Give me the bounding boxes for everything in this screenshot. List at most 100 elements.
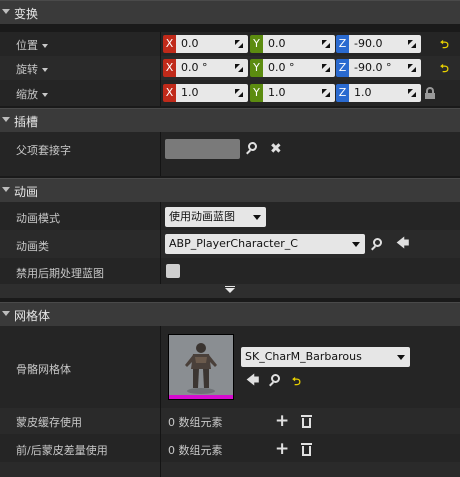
- column-divider: [160, 462, 161, 477]
- asset-type-color-bar: [169, 395, 233, 399]
- rotation-y-field[interactable]: 0.0 °: [263, 59, 335, 77]
- reset-to-default-icon[interactable]: ⮌: [440, 36, 449, 55]
- parent-socket-label: 父项套接字: [16, 144, 71, 157]
- axis-y-label: Y: [250, 59, 263, 77]
- pre-post-skin-delta-value: 0 数组元素: [168, 444, 223, 457]
- drag-handle-icon: [408, 89, 416, 97]
- column-divider: [160, 434, 161, 462]
- column-divider: [160, 326, 161, 408]
- lock-icon[interactable]: [425, 87, 435, 99]
- column-divider: [160, 132, 161, 176]
- column-divider: [160, 80, 161, 106]
- column-divider: [160, 408, 161, 434]
- column-divider: [160, 202, 161, 230]
- clear-icon[interactable]: ✖: [270, 142, 284, 156]
- skeletal-mesh-dropdown[interactable]: SK_CharM_Barbarous: [241, 347, 410, 367]
- section-title: 网格体: [14, 309, 51, 323]
- drag-handle-icon: [408, 40, 416, 48]
- axis-z-label: Z: [336, 35, 349, 53]
- advanced-expander[interactable]: [0, 284, 460, 298]
- reset-to-default-icon[interactable]: ⮌: [292, 373, 301, 392]
- location-x-field[interactable]: 0.0: [176, 35, 248, 53]
- rotation-row: 旋转 X 0.0 ° Y 0.0 ° Z -90.0 ° ⮌: [0, 56, 460, 80]
- axis-x-label: X: [163, 59, 176, 77]
- sockets-section-header[interactable]: 插槽: [0, 108, 460, 132]
- animation-class-label: 动画类: [16, 240, 49, 253]
- animation-mode-row: 动画模式 使用动画蓝图: [0, 202, 460, 230]
- drag-handle-icon: [235, 40, 243, 48]
- drag-handle-icon: [408, 64, 416, 72]
- chevron-down-icon: [352, 242, 360, 247]
- trash-icon[interactable]: [301, 415, 312, 428]
- chevron-down-icon: [397, 355, 405, 360]
- skin-cache-label: 蒙皮缓存使用: [16, 416, 82, 429]
- character-preview-image: [185, 343, 217, 394]
- animation-mode-label: 动画模式: [16, 212, 60, 225]
- skin-cache-value: 0 数组元素: [168, 416, 223, 429]
- disable-post-process-checkbox[interactable]: [166, 264, 180, 278]
- plus-icon[interactable]: +: [275, 441, 289, 458]
- rotation-x-field[interactable]: 0.0 °: [176, 59, 248, 77]
- disable-post-process-row: 禁用后期处理蓝图: [0, 258, 460, 284]
- drag-handle-icon: [322, 64, 330, 72]
- disable-post-process-label: 禁用后期处理蓝图: [16, 267, 104, 280]
- animation-class-row: 动画类 ABP_PlayerCharacter_C 🡄: [0, 230, 460, 258]
- axis-y-label: Y: [250, 84, 263, 102]
- animation-section-header[interactable]: 动画: [0, 178, 460, 202]
- location-row: 位置 X 0.0 Y 0.0 Z -90.0 ⮌: [0, 32, 460, 56]
- chevron-down-icon: [42, 93, 48, 97]
- parent-socket-row: 父项套接字 ✖: [0, 132, 460, 176]
- scale-z-field[interactable]: 1.0: [349, 84, 421, 102]
- column-divider: [160, 32, 161, 56]
- search-icon[interactable]: [270, 374, 284, 388]
- chevron-down-icon: [42, 68, 48, 72]
- search-icon[interactable]: [247, 142, 261, 156]
- arrow-left-icon[interactable]: 🡄: [246, 374, 260, 388]
- animation-class-dropdown[interactable]: ABP_PlayerCharacter_C: [165, 234, 365, 254]
- scale-y-field[interactable]: 1.0: [263, 84, 335, 102]
- plus-icon[interactable]: +: [275, 413, 289, 430]
- column-divider: [160, 258, 161, 284]
- drag-handle-icon: [322, 89, 330, 97]
- arrow-left-icon[interactable]: 🡄: [396, 237, 410, 251]
- location-z-field[interactable]: -90.0: [349, 35, 421, 53]
- axis-x-label: X: [163, 35, 176, 53]
- trash-icon[interactable]: [301, 443, 312, 456]
- axis-z-label: Z: [336, 59, 349, 77]
- parent-socket-field[interactable]: [165, 139, 240, 159]
- drag-handle-icon: [235, 89, 243, 97]
- reset-to-default-icon[interactable]: ⮌: [440, 60, 449, 79]
- location-y-field[interactable]: 0.0: [263, 35, 335, 53]
- collapse-arrow-icon[interactable]: [2, 9, 10, 14]
- collapse-arrow-icon[interactable]: [2, 311, 10, 316]
- axis-x-label: X: [163, 84, 176, 102]
- animation-mode-dropdown[interactable]: 使用动画蓝图: [165, 207, 266, 227]
- axis-y-label: Y: [250, 35, 263, 53]
- expand-arrow-icon: [225, 288, 235, 293]
- mesh-section-header[interactable]: 网格体: [0, 302, 460, 326]
- section-title: 变换: [14, 7, 39, 21]
- scale-x-field[interactable]: 1.0: [176, 84, 248, 102]
- scale-label[interactable]: 缩放: [16, 86, 48, 102]
- transform-section-header[interactable]: 变换: [0, 0, 460, 24]
- chevron-down-icon: [42, 44, 48, 48]
- expand-line: [225, 286, 235, 287]
- column-divider: [160, 56, 161, 80]
- rotation-label[interactable]: 旋转: [16, 61, 48, 77]
- collapse-arrow-icon[interactable]: [2, 187, 10, 192]
- column-divider: [160, 230, 161, 258]
- skin-cache-row: 蒙皮缓存使用 0 数组元素 +: [0, 408, 460, 434]
- search-icon[interactable]: [372, 238, 386, 252]
- drag-handle-icon: [322, 40, 330, 48]
- section-title: 插槽: [14, 115, 39, 129]
- chevron-down-icon: [253, 215, 261, 220]
- mesh-thumbnail[interactable]: [168, 334, 234, 400]
- rotation-z-field[interactable]: -90.0 °: [349, 59, 421, 77]
- skeletal-mesh-label: 骨骼网格体: [16, 363, 71, 376]
- drag-handle-icon: [235, 64, 243, 72]
- location-label[interactable]: 位置: [16, 37, 48, 53]
- collapse-arrow-icon[interactable]: [2, 117, 10, 122]
- panel-bottom: [0, 462, 460, 477]
- pre-post-skin-delta-label: 前/后蒙皮差量使用: [16, 444, 108, 457]
- axis-z-label: Z: [336, 84, 349, 102]
